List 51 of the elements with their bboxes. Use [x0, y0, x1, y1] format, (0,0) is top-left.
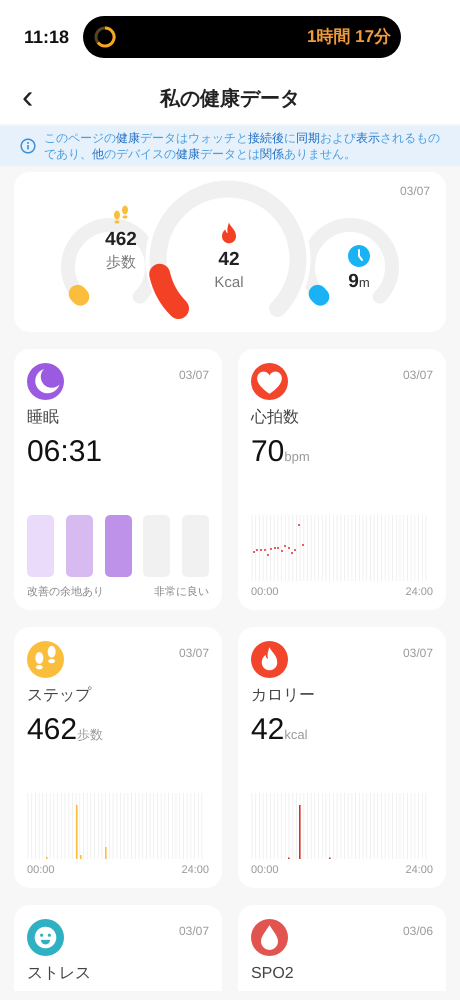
- sleep-card[interactable]: 03/07 睡眠 06:31 改善の余地あり 非常に良い: [14, 349, 222, 610]
- date-label: 03/07: [178, 923, 209, 940]
- date-label: 03/07: [400, 183, 430, 200]
- scale-label: 非常に良い: [154, 584, 209, 600]
- metric-unit: bpm: [284, 448, 310, 466]
- date-label: 03/07: [178, 367, 209, 384]
- footprints-icon: [27, 641, 64, 678]
- axis-label: 24:00: [181, 862, 209, 878]
- card-title: 心拍数: [251, 408, 300, 428]
- metric-card[interactable]: 03/07 心拍数 70bpm 00:00 24:00: [238, 349, 446, 610]
- notice-text: このページの健康データはウォッチと接続後に同期および表示されるものであり、他のデバイスの健康データとは関係ありません。: [44, 130, 440, 162]
- page-title: 私の健康データ: [160, 86, 300, 112]
- card-title: カロリー: [251, 686, 316, 706]
- smiley-icon: [27, 919, 64, 956]
- metric-card[interactable]: 03/07 ストレス: [14, 905, 222, 991]
- metric-card[interactable]: 03/06 SPO2: [238, 905, 446, 991]
- date-label: 03/06: [402, 923, 433, 940]
- date-label: 03/07: [402, 367, 433, 384]
- back-button[interactable]: ‹: [22, 80, 34, 114]
- progress-ring-icon: [93, 25, 118, 49]
- metric-unit: kcal: [284, 726, 308, 744]
- metric-value: 462: [27, 712, 78, 748]
- metric-value: 42: [251, 712, 284, 748]
- gauge-value: 9: [348, 270, 359, 294]
- metric-value: 70: [251, 434, 284, 470]
- flame-icon: [251, 641, 288, 678]
- clock-icon: [347, 244, 371, 268]
- axis-label: 00:00: [251, 862, 279, 878]
- moon-icon: [27, 363, 64, 400]
- axis-label: 00:00: [27, 862, 55, 878]
- card-title: ステップ: [27, 686, 92, 706]
- activity-time: 1時間 17分: [306, 26, 392, 48]
- drop-icon: [251, 919, 288, 956]
- metric-card[interactable]: 03/07 ステップ 462歩数 00:00 24:00: [14, 627, 222, 888]
- axis-label: 24:00: [405, 862, 433, 878]
- scale-label: 改善の余地あり: [27, 584, 104, 600]
- card-title: SPO2: [251, 964, 295, 984]
- gauge-value: 462: [105, 228, 137, 252]
- gauge-unit: 歩数: [106, 253, 136, 273]
- metric-card[interactable]: 03/07 カロリー 42kcal 00:00 24:00: [238, 627, 446, 888]
- info-icon: [20, 138, 36, 154]
- metric-value: 06:31: [27, 434, 102, 470]
- card-title: 睡眠: [27, 408, 60, 428]
- status-time: 11:18: [24, 26, 70, 48]
- card-title: ストレス: [27, 964, 92, 984]
- date-label: 03/07: [402, 645, 433, 662]
- gauge-unit: m: [358, 274, 370, 292]
- axis-label: 00:00: [251, 584, 279, 600]
- metric-unit: 歩数: [77, 726, 104, 744]
- axis-label: 24:00: [405, 584, 433, 600]
- date-label: 03/07: [178, 645, 209, 662]
